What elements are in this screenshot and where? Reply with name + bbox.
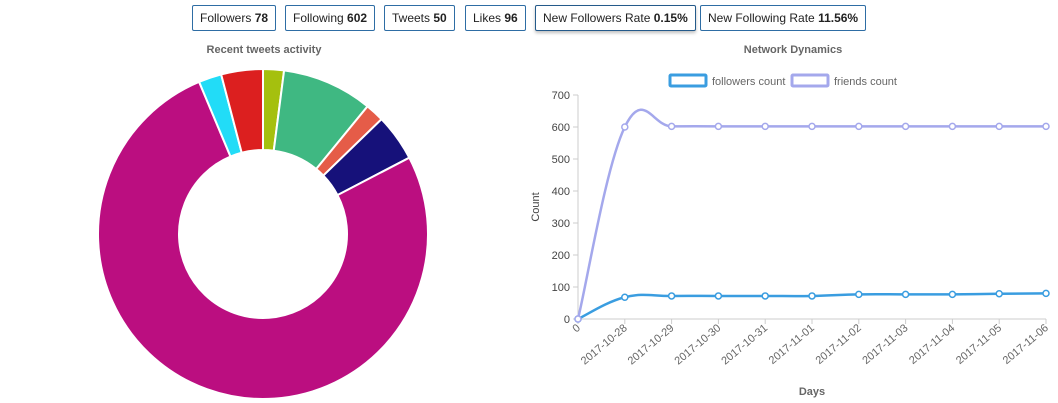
- series-point-0[interactable]: [714, 292, 723, 300]
- x-tick-label: 2017-11-03: [860, 322, 910, 367]
- series-point-0[interactable]: [1042, 289, 1050, 298]
- series-point-1[interactable]: [901, 122, 910, 131]
- x-tick-label: 2017-11-06: [1001, 322, 1051, 367]
- series-line-1: [576, 108, 1046, 320]
- series-point-0[interactable]: [667, 292, 676, 300]
- series-point-1[interactable]: [948, 122, 957, 131]
- series-point-1[interactable]: [621, 123, 629, 131]
- legend-label[interactable]: followers count: [712, 76, 785, 88]
- series-point-0[interactable]: [901, 290, 910, 299]
- series-point-1[interactable]: [761, 122, 769, 131]
- y-axis-title: Count: [530, 192, 542, 221]
- x-tick-label: 2017-10-29: [626, 322, 677, 367]
- x-tick-label: 2017-11-05: [954, 322, 1004, 367]
- series-point-1[interactable]: [1042, 122, 1050, 131]
- legend-swatch: [668, 73, 708, 88]
- x-tick-label: 2017-11-02: [814, 322, 864, 367]
- series-point-1[interactable]: [714, 122, 723, 131]
- y-tick-label: 0: [564, 314, 570, 326]
- y-tick-label: 200: [552, 250, 570, 262]
- line-chart: 010020030040050060070002017-10-282017-10…: [530, 73, 1051, 398]
- y-tick-label: 100: [552, 282, 570, 294]
- y-tick-label: 700: [552, 90, 570, 102]
- x-tick-label: 2017-10-31: [719, 322, 770, 367]
- series-point-1[interactable]: [995, 122, 1003, 131]
- x-tick-label: 2017-11-04: [907, 322, 957, 367]
- series-point-0[interactable]: [855, 290, 863, 299]
- series-point-1[interactable]: [667, 122, 676, 131]
- x-tick-label: 2017-10-28: [579, 322, 630, 367]
- y-tick-label: 300: [552, 218, 570, 230]
- series-point-1[interactable]: [855, 122, 863, 131]
- series-point-0[interactable]: [761, 292, 769, 300]
- legend-label[interactable]: friends count: [834, 76, 897, 88]
- x-axis-title: Days: [799, 386, 825, 398]
- series-point-1[interactable]: [808, 122, 816, 131]
- series-point-0[interactable]: [948, 290, 957, 299]
- x-tick-label: 0: [571, 322, 583, 335]
- series-point-0[interactable]: [808, 292, 816, 300]
- y-tick-label: 600: [552, 122, 570, 134]
- series-point-1[interactable]: [574, 315, 582, 323]
- donut-chart: [97, 67, 429, 400]
- y-tick-label: 400: [552, 186, 570, 198]
- legend-swatch: [790, 73, 830, 88]
- series-point-0[interactable]: [995, 289, 1003, 298]
- x-tick-label: 2017-11-01: [767, 322, 817, 367]
- y-tick-label: 500: [552, 154, 570, 166]
- series-point-0[interactable]: [621, 293, 629, 301]
- x-tick-label: 2017-10-30: [673, 322, 724, 367]
